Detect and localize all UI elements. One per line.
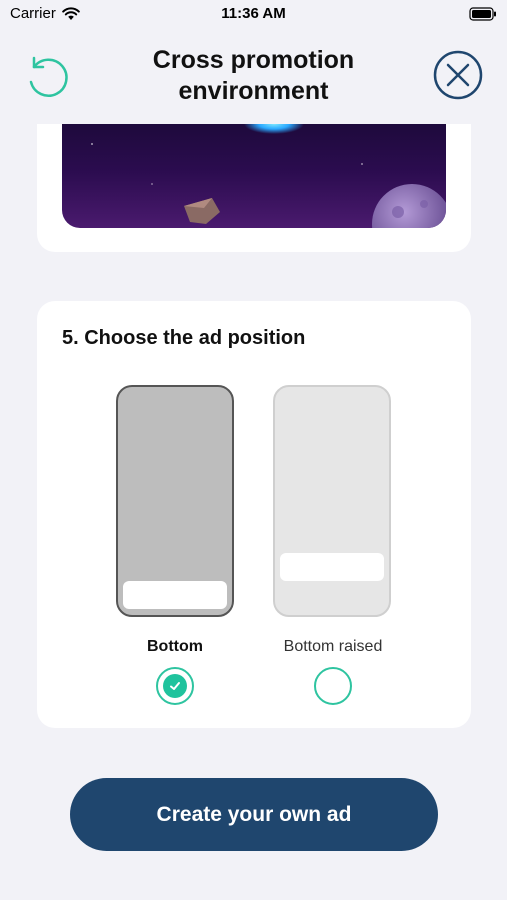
- header: Cross promotion environment: [0, 28, 507, 124]
- refresh-button[interactable]: [22, 52, 70, 100]
- page-title-line2: environment: [178, 77, 329, 105]
- battery-icon: [469, 7, 497, 25]
- ad-position-card: 5. Choose the ad position Bottom Bottom …: [37, 301, 471, 728]
- option-label-bottom: Bottom: [147, 638, 203, 655]
- create-ad-button[interactable]: Create your own ad: [70, 778, 438, 851]
- radio-bottom-raised[interactable]: [314, 667, 352, 705]
- ad-preview-image: [62, 124, 446, 228]
- ad-banner-placeholder: [280, 553, 384, 581]
- page-title: Cross promotion environment: [110, 45, 397, 107]
- checkmark-icon: [163, 674, 187, 698]
- close-button[interactable]: [433, 50, 483, 100]
- radio-bottom[interactable]: [156, 667, 194, 705]
- status-time: 11:36 AM: [221, 5, 286, 22]
- refresh-icon: [29, 56, 68, 97]
- page-title-line1: Cross promotion: [152, 46, 355, 74]
- option-label-bottom-raised: Bottom raised: [283, 638, 383, 655]
- phone-preview-bottom-raised[interactable]: [273, 385, 391, 617]
- close-circle-icon: [433, 50, 483, 100]
- section-title: 5. Choose the ad position: [62, 327, 306, 349]
- ad-banner-placeholder: [123, 581, 227, 609]
- status-bar: Carrier 11:36 AM: [0, 0, 507, 28]
- phone-preview-bottom[interactable]: [116, 385, 234, 617]
